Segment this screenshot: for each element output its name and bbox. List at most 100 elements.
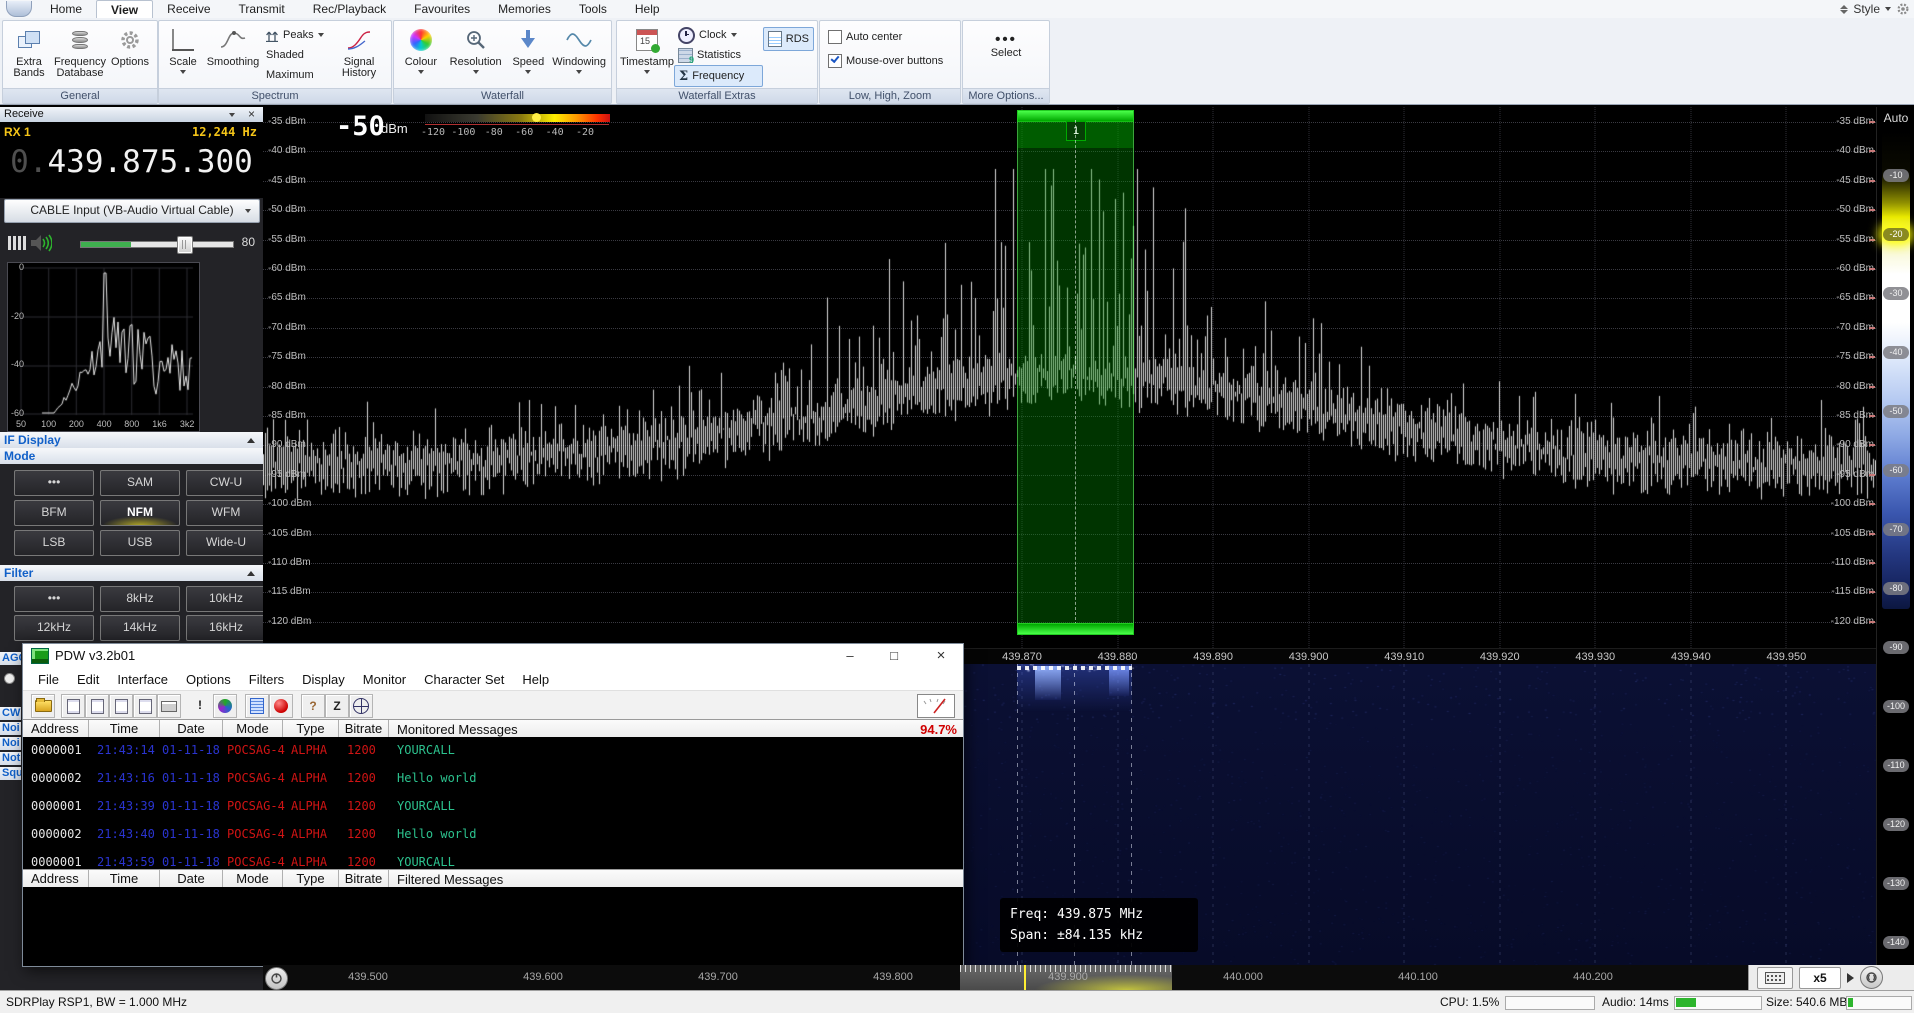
column-header[interactable]: Bitrate xyxy=(339,870,389,888)
app-menu-orb[interactable] xyxy=(6,1,32,17)
smoothing-button[interactable]: Smoothing xyxy=(204,23,262,87)
monitored-messages-list[interactable]: 0000001 21:43:14 01-11-18 POCSAG-4 ALPHA… xyxy=(23,737,963,869)
ribbon-tab[interactable]: Tools xyxy=(565,0,621,18)
column-header[interactable]: Address xyxy=(23,870,89,888)
copy-button-2[interactable] xyxy=(85,694,109,718)
speaker-icon[interactable] xyxy=(30,233,52,253)
message-row[interactable]: 0000001 21:43:14 01-11-18 POCSAG-4 ALPHA… xyxy=(23,743,963,757)
span-reset-button[interactable] xyxy=(1860,966,1883,989)
column-header[interactable]: Time xyxy=(89,870,160,888)
collapse-ribbon-icon[interactable] xyxy=(1840,5,1848,14)
level-scale-tick[interactable]: -100 xyxy=(1883,700,1909,713)
record-button[interactable] xyxy=(269,694,293,718)
maximum-button[interactable]: Maximum xyxy=(262,65,334,85)
level-scale-tick[interactable]: -80 xyxy=(1883,582,1909,595)
mode-button[interactable]: CW-U xyxy=(186,470,266,496)
mode-header[interactable]: Mode xyxy=(0,448,263,464)
mode-button[interactable]: Wide-U xyxy=(186,530,266,556)
signal-history-button[interactable]: Signal History xyxy=(334,23,384,87)
pdw-menu-item[interactable]: Monitor xyxy=(354,672,415,687)
pdw-window[interactable]: PDW v3.2b01 – □ × FileEditInterfaceOptio… xyxy=(22,643,964,967)
column-header[interactable]: Date xyxy=(160,720,223,738)
minimize-button[interactable]: – xyxy=(835,646,865,666)
monitored-header-row[interactable]: AddressTimeDateModeTypeBitrate Monitored… xyxy=(23,719,963,739)
zoom-step-arrow[interactable] xyxy=(1847,973,1854,983)
rx-channel-band[interactable]: 1 xyxy=(1017,110,1134,635)
column-header[interactable]: Type xyxy=(283,720,339,738)
panel-collapse-icon[interactable] xyxy=(229,113,235,117)
message-row[interactable]: 0000002 21:43:16 01-11-18 POCSAG-4 ALPHA… xyxy=(23,771,963,785)
clock-button[interactable]: Clock xyxy=(674,25,763,45)
pdw-titlebar[interactable]: PDW v3.2b01 – □ × xyxy=(23,644,963,669)
equalizer-icon[interactable] xyxy=(8,236,28,250)
mode-button[interactable]: USB xyxy=(100,530,180,556)
alert-button[interactable]: ! xyxy=(189,694,211,716)
if-display-header[interactable]: IF Display xyxy=(0,432,263,448)
ribbon-tab[interactable]: Help xyxy=(621,0,674,18)
level-scale-tick[interactable]: -110 xyxy=(1883,759,1909,772)
frequency-button[interactable]: Σ Frequency xyxy=(674,65,763,87)
select-button[interactable]: ••• Select xyxy=(976,23,1036,87)
filter-button[interactable]: 14kHz xyxy=(100,615,180,641)
mouse-over-checkbox-row[interactable]: Mouse-over buttons xyxy=(828,51,952,71)
mode-button[interactable]: LSB xyxy=(14,530,94,556)
frequency-database-button[interactable]: Frequency Database xyxy=(52,23,108,87)
shaded-button[interactable]: Shaded xyxy=(262,45,334,65)
mode-button[interactable]: ••• xyxy=(14,470,94,496)
filter-button[interactable]: ••• xyxy=(14,586,94,612)
band-overview-bar[interactable]: 439.500439.600439.700439.800439.900440.0… xyxy=(263,965,1876,990)
level-scale-tick[interactable]: -70 xyxy=(1883,523,1909,536)
extra-bands-button[interactable]: Extra Bands xyxy=(6,23,52,87)
volume-slider-handle[interactable] xyxy=(177,236,193,254)
message-row[interactable]: 0000002 21:43:40 01-11-18 POCSAG-4 ALPHA… xyxy=(23,827,963,841)
filter-button[interactable]: 12kHz xyxy=(14,615,94,641)
panel-close-icon[interactable]: × xyxy=(248,107,255,122)
pdw-menu-item[interactable]: Filters xyxy=(240,672,293,687)
options-button[interactable]: Options xyxy=(108,23,152,87)
scale-button[interactable]: Scale xyxy=(162,23,204,87)
level-scale-tick[interactable]: -90 xyxy=(1883,641,1909,654)
power-colour-legend[interactable] xyxy=(425,114,610,122)
print-button[interactable] xyxy=(157,694,181,718)
peaks-button[interactable]: Peaks xyxy=(262,25,334,45)
filter-button[interactable]: 16kHz xyxy=(186,615,266,641)
level-scale-tick[interactable]: -60 xyxy=(1883,464,1909,477)
level-scale-tick[interactable]: -130 xyxy=(1883,877,1909,890)
windowing-button[interactable]: Windowing xyxy=(550,23,608,87)
speed-button[interactable]: Speed xyxy=(506,23,550,87)
ribbon-tab[interactable]: Rec/Playback xyxy=(299,0,400,18)
mode-button[interactable]: BFM xyxy=(14,500,94,526)
volume-slider[interactable] xyxy=(80,241,234,248)
close-button[interactable]: × xyxy=(926,646,956,666)
side-section-header[interactable]: CW xyxy=(0,707,21,720)
column-header[interactable]: Bitrate xyxy=(339,720,389,738)
monitor-button[interactable] xyxy=(245,694,269,718)
audio-device-select[interactable]: CABLE Input (VB-Audio Virtual Cable) xyxy=(4,199,260,223)
zoom-factor-button[interactable]: x5 xyxy=(1799,967,1841,989)
level-scale-tick[interactable]: -30 xyxy=(1883,287,1909,300)
monitored-messages-header[interactable]: Monitored Messages xyxy=(389,721,920,738)
ribbon-tab[interactable]: View xyxy=(96,0,153,18)
keyboard-entry-button[interactable] xyxy=(1757,967,1793,989)
mouse-over-checkbox[interactable] xyxy=(828,54,842,68)
pdw-menu-item[interactable]: Character Set xyxy=(415,672,513,687)
column-header[interactable]: Date xyxy=(160,870,223,888)
column-header[interactable]: Mode xyxy=(223,870,283,888)
waterfall-level-scale[interactable]: Auto -10-20-30-40-50-60-70-80-90-100-110… xyxy=(1876,107,1914,965)
style-button[interactable]: Style xyxy=(1853,2,1880,16)
column-header[interactable]: Mode xyxy=(223,720,283,738)
auto-center-checkbox[interactable] xyxy=(828,30,842,44)
side-section-header[interactable]: Not xyxy=(0,752,21,765)
open-folder-button[interactable] xyxy=(31,694,55,718)
pdw-menu-item[interactable]: Display xyxy=(293,672,354,687)
agc-radio-icon[interactable] xyxy=(4,673,15,684)
column-header[interactable]: Address xyxy=(23,720,89,738)
if-display-collapse-icon[interactable] xyxy=(247,438,255,443)
mode-button[interactable]: NFM xyxy=(100,500,180,526)
resolution-button[interactable]: Resolution xyxy=(445,23,507,87)
level-scale-tick[interactable]: -40 xyxy=(1883,346,1909,359)
mode-button[interactable]: WFM xyxy=(186,500,266,526)
ribbon-tab[interactable]: Receive xyxy=(153,0,224,18)
agc-section-header[interactable]: AGC xyxy=(0,652,21,665)
ribbon-tab[interactable]: Favourites xyxy=(400,0,484,18)
